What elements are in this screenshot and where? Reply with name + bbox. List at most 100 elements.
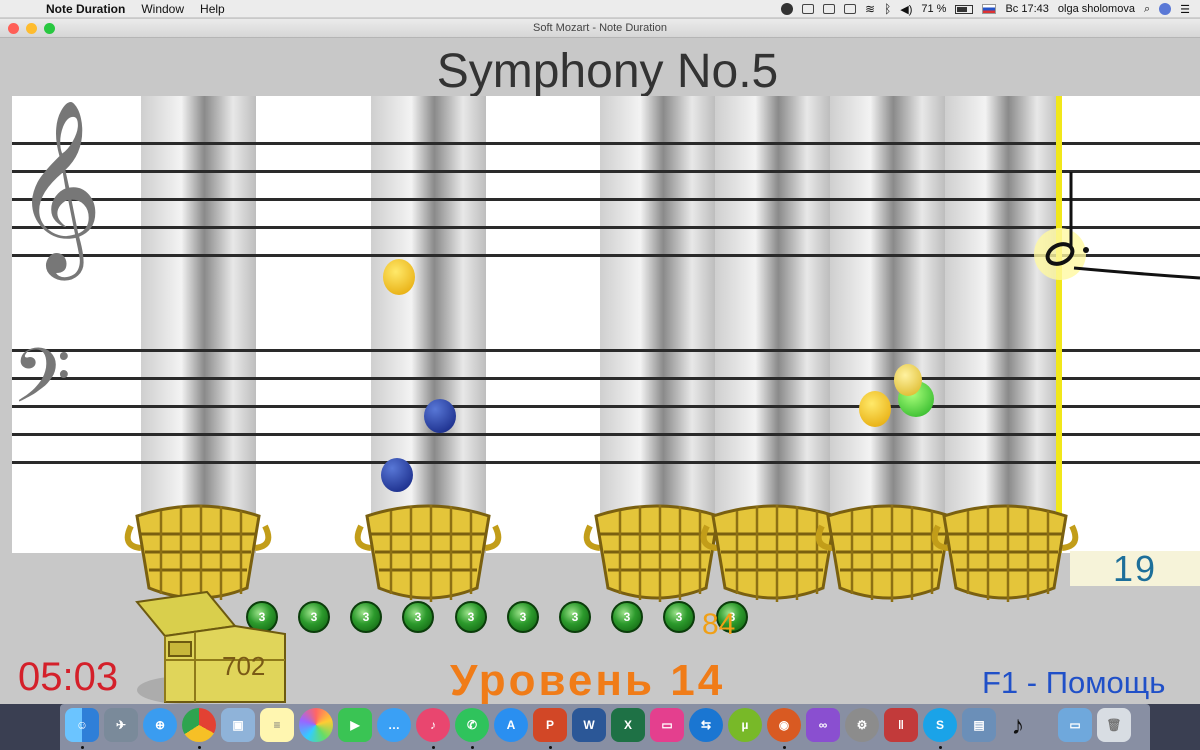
status-area: ≋ ᛒ ◀) 71 % Вс 17:43 olga sholomova ⌕ ☰ bbox=[781, 0, 1190, 18]
folder-icon[interactable]: ▭ bbox=[1058, 708, 1092, 742]
clock[interactable]: Вс 17:43 bbox=[1005, 3, 1048, 15]
basket[interactable] bbox=[121, 496, 275, 604]
safari-icon[interactable]: ⊕ bbox=[143, 708, 177, 742]
volume-icon[interactable]: ◀) bbox=[900, 3, 912, 16]
half-note-icon bbox=[1034, 172, 1200, 280]
system-preferences-icon[interactable]: ⚙ bbox=[845, 708, 879, 742]
menu-window[interactable]: Window bbox=[141, 2, 184, 16]
chrome-icon[interactable] bbox=[182, 708, 216, 742]
coin-icon: 3 bbox=[350, 601, 382, 633]
level-label: Уровень 14 bbox=[450, 656, 726, 705]
window-titlebar: Soft Mozart - Note Duration bbox=[0, 19, 1200, 38]
lemon-fruit[interactable] bbox=[383, 259, 415, 295]
treasure-chest-icon bbox=[135, 590, 286, 704]
dock: ☺ ✈ ⊕ ▣ ≡ ▶ … ♪ ✆ A P W X ▭ ⇆ µ ◉ ∞ ⚙ ‖ … bbox=[0, 704, 1200, 750]
wifi-icon[interactable]: ≋ bbox=[865, 2, 875, 16]
dock-running-indicator bbox=[783, 746, 786, 749]
dock-running-indicator bbox=[432, 746, 435, 749]
coins-counter: 84 bbox=[702, 608, 736, 641]
game-icon[interactable]: ◉ bbox=[767, 708, 801, 742]
plum-fruit[interactable] bbox=[381, 458, 413, 492]
staff-line bbox=[12, 461, 1200, 464]
treasure-score: 702 bbox=[222, 651, 266, 681]
itunes-icon[interactable]: ♪ bbox=[416, 708, 450, 742]
treble-clef-icon: 𝄞 bbox=[14, 99, 103, 273]
airplay-icon[interactable] bbox=[844, 4, 856, 14]
coin-icon: 3 bbox=[298, 601, 330, 633]
spotlight-icon[interactable]: ⌕ bbox=[1144, 3, 1150, 16]
trash-icon[interactable]: 🗑 bbox=[1097, 708, 1131, 742]
staff-line bbox=[12, 142, 1200, 145]
staff-line bbox=[12, 349, 1200, 352]
staff-line bbox=[12, 377, 1200, 380]
battery-percent: 71 % bbox=[921, 3, 947, 15]
messages-icon[interactable]: … bbox=[377, 708, 411, 742]
preview-icon[interactable]: ▣ bbox=[221, 708, 255, 742]
staff-column bbox=[830, 96, 945, 553]
teamviewer-icon[interactable]: ⇆ bbox=[689, 708, 723, 742]
menu-help[interactable]: Help bbox=[200, 2, 225, 16]
bass-clef-icon: 𝄢 bbox=[12, 332, 72, 439]
status-app-icon[interactable] bbox=[781, 3, 793, 15]
coin-icon: 3 bbox=[611, 601, 643, 633]
dock-running-indicator bbox=[471, 746, 474, 749]
window-title: Soft Mozart - Note Duration bbox=[533, 22, 667, 34]
word-icon[interactable]: W bbox=[572, 708, 606, 742]
music-staff: 𝄞 𝄢 bbox=[12, 96, 1200, 553]
parallels-icon[interactable]: ‖ bbox=[884, 708, 918, 742]
menu-bar: Note Duration Window Help ≋ ᛒ ◀) 71 % Вс… bbox=[0, 0, 1200, 18]
staff-line bbox=[12, 433, 1200, 436]
staff-line bbox=[12, 198, 1200, 201]
plum-fruit[interactable] bbox=[424, 399, 456, 433]
powerpoint-icon[interactable]: P bbox=[533, 708, 567, 742]
user-name[interactable]: olga sholomova bbox=[1058, 3, 1135, 15]
finder-icon[interactable]: ☺ bbox=[65, 708, 99, 742]
appstore-icon[interactable]: A bbox=[494, 708, 528, 742]
notes-icon[interactable]: ≡ bbox=[260, 708, 294, 742]
coin-icon: 3 bbox=[402, 601, 434, 633]
lemon-fruit[interactable] bbox=[859, 391, 891, 427]
staff-column bbox=[945, 96, 1060, 553]
coin-icon: 3 bbox=[455, 601, 487, 633]
facetime-icon[interactable]: ▶ bbox=[338, 708, 372, 742]
coin-icon: 3 bbox=[559, 601, 591, 633]
bluetooth-icon[interactable]: ᛒ bbox=[884, 2, 891, 16]
coin-icon: 3 bbox=[507, 601, 539, 633]
lock-icon[interactable] bbox=[802, 4, 814, 14]
song-title: Symphony No.5 bbox=[436, 45, 779, 98]
input-language-icon[interactable] bbox=[982, 4, 997, 14]
screens-icon[interactable]: ▭ bbox=[650, 708, 684, 742]
staff-column bbox=[141, 96, 256, 553]
photos-viewer-icon[interactable]: ▤ bbox=[962, 708, 996, 742]
staff-line bbox=[12, 170, 1200, 173]
launchpad-icon[interactable]: ✈ bbox=[104, 708, 138, 742]
basket[interactable] bbox=[351, 496, 505, 604]
visualstudio-icon[interactable]: ∞ bbox=[806, 708, 840, 742]
skype-icon[interactable]: S bbox=[923, 708, 957, 742]
staff-column bbox=[715, 96, 830, 553]
battery-icon[interactable] bbox=[955, 4, 974, 14]
app-menu[interactable]: Note Duration bbox=[46, 2, 125, 16]
help-hint[interactable]: F1 - Помощь bbox=[982, 665, 1165, 701]
music-note-icon[interactable]: ♪ bbox=[1001, 708, 1035, 742]
basket[interactable] bbox=[928, 496, 1082, 604]
dock-running-indicator bbox=[81, 746, 84, 749]
staff-column bbox=[600, 96, 715, 553]
coin-icon: 3 bbox=[663, 601, 695, 633]
dock-running-indicator bbox=[198, 746, 201, 749]
game-area: Symphony No.5 𝄞 𝄢 19 3 3 3 3 3 3 3 3 3 3… bbox=[0, 38, 1200, 705]
notification-center-icon[interactable]: ☰ bbox=[1180, 3, 1190, 16]
notes-remaining-counter: 19 bbox=[1070, 551, 1200, 587]
staff-line bbox=[12, 226, 1200, 229]
cloud-icon[interactable] bbox=[823, 4, 835, 14]
staff-line bbox=[12, 405, 1200, 408]
siri-icon[interactable] bbox=[1159, 3, 1172, 15]
staff-line bbox=[12, 254, 1200, 257]
photos-icon[interactable] bbox=[299, 708, 333, 742]
whatsapp-icon[interactable]: ✆ bbox=[455, 708, 489, 742]
timer: 05:03 bbox=[18, 655, 119, 699]
excel-icon[interactable]: X bbox=[611, 708, 645, 742]
utorrent-icon[interactable]: µ bbox=[728, 708, 762, 742]
playback-cursor bbox=[1056, 96, 1062, 553]
pear-fruit[interactable] bbox=[894, 364, 922, 396]
